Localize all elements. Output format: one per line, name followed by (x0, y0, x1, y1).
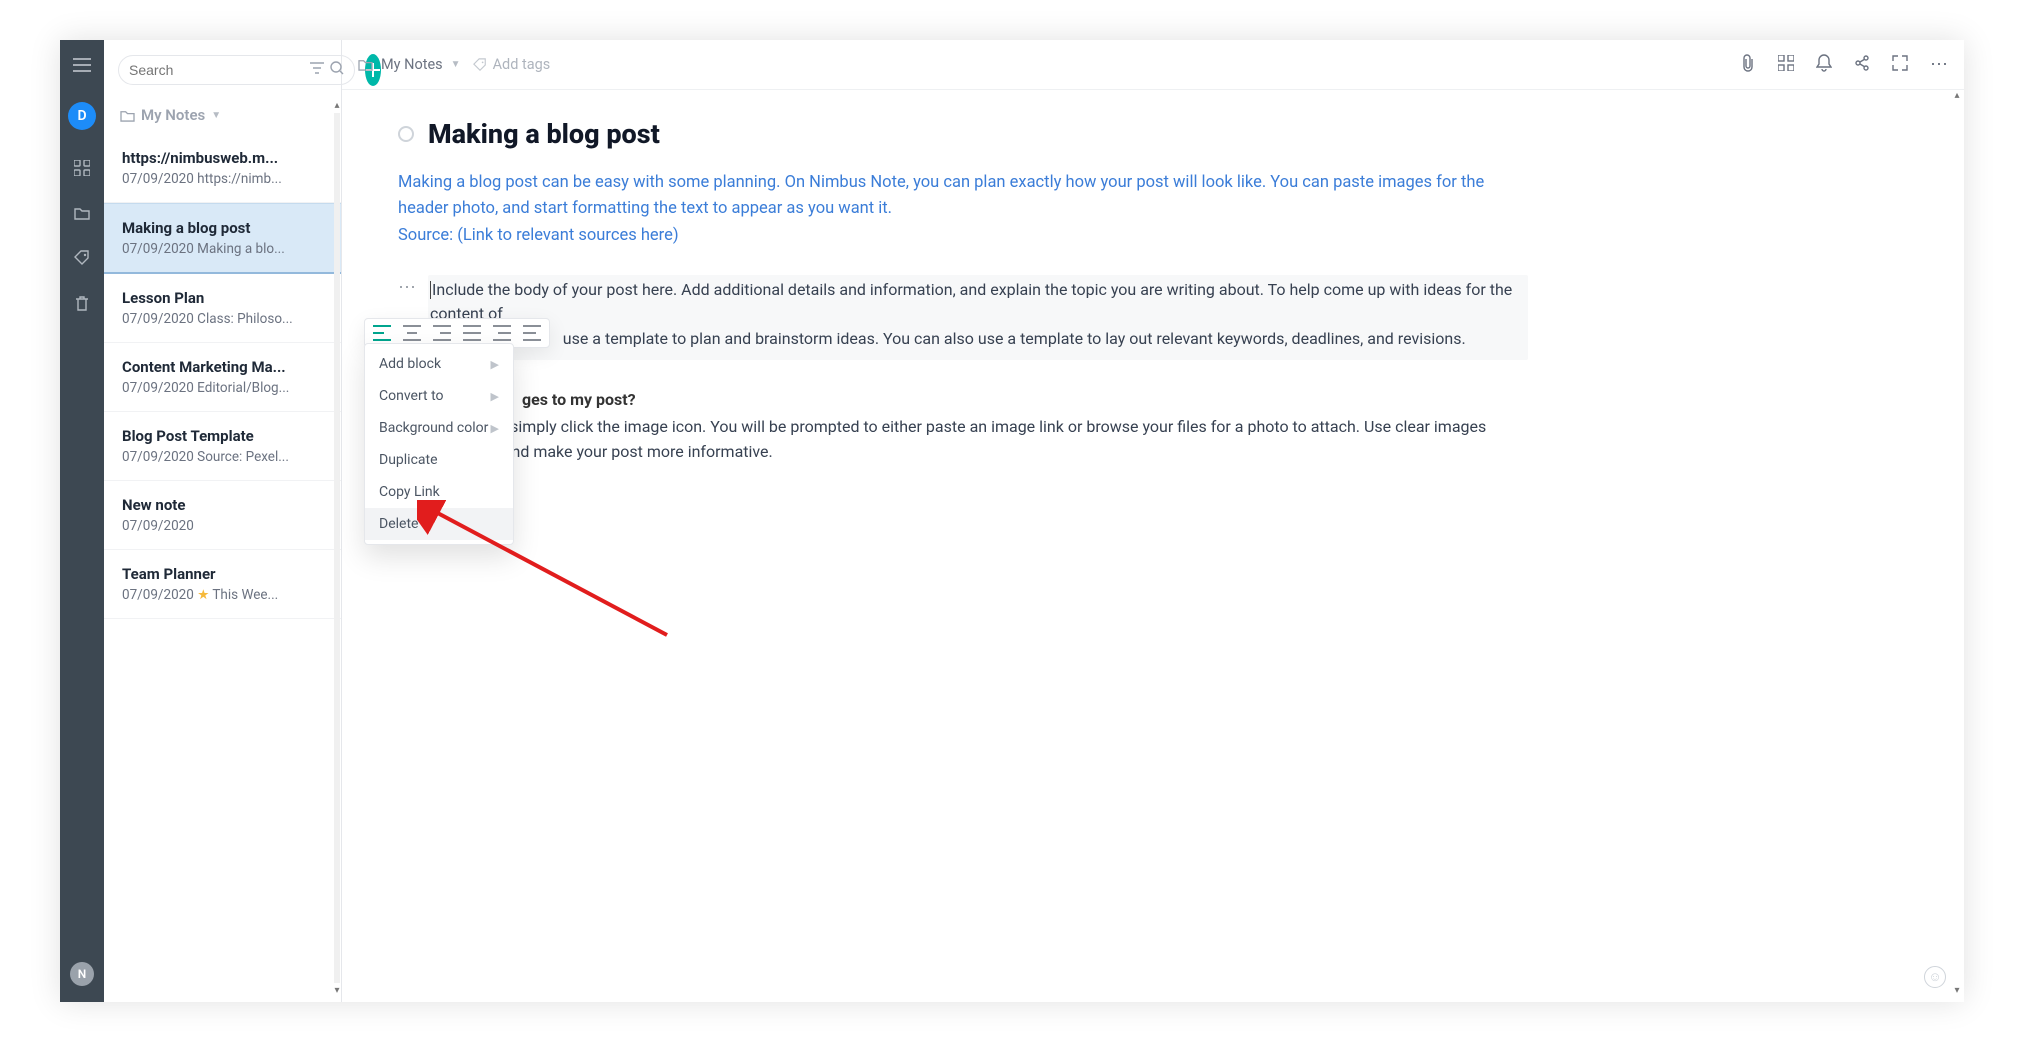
scroll-up-icon[interactable]: ▴ (1954, 90, 1959, 101)
folder-icon[interactable] (74, 206, 90, 220)
note-title: Blog Post Template (122, 427, 323, 445)
note-title: New note (122, 496, 323, 514)
expand-icon[interactable] (1892, 55, 1908, 75)
doc-title-row: Making a blog post (398, 118, 1908, 150)
breadcrumb[interactable]: My Notes ▼ (358, 56, 461, 73)
indent-button[interactable] (493, 325, 511, 341)
page-title[interactable]: Making a blog post (428, 118, 660, 150)
search-input[interactable] (129, 62, 310, 78)
note-title: Lesson Plan (122, 289, 323, 307)
content-scrollbar[interactable]: ▴ ▾ (1952, 90, 1962, 996)
note-subtitle: 07/09/2020 ★ This Wee... (122, 587, 323, 603)
menu-delete[interactable]: Delete (365, 508, 513, 540)
intro-text: Making a blog post can be easy with some… (398, 173, 1484, 218)
add-tags[interactable]: Add tags (473, 56, 551, 73)
more-icon[interactable]: ⋯ (1930, 54, 1948, 75)
outdent-button[interactable] (523, 325, 541, 341)
chevron-right-icon: ▶ (491, 358, 499, 371)
chevron-down-icon: ▼ (211, 110, 221, 121)
scroll-down-icon[interactable]: ▾ (334, 985, 339, 996)
body-paragraph[interactable]: Include the body of your post here. Add … (428, 275, 1528, 360)
note-title: Content Marketing Ma... (122, 358, 323, 376)
chevron-right-icon: ▶ (491, 422, 499, 435)
chevron-right-icon: ▶ (491, 390, 499, 403)
bell-icon[interactable] (1816, 54, 1832, 76)
menu-convert-to[interactable]: Convert to ▶ (365, 380, 513, 412)
content-area: My Notes ▼ Add tags (342, 40, 1964, 1002)
attachment-icon[interactable] (1740, 54, 1756, 76)
answer-paragraph[interactable]: To add images, simply click the image ic… (398, 415, 1498, 465)
note-title: https://nimbusweb.m... (122, 149, 323, 167)
menu-label: Duplicate (379, 452, 438, 468)
menu-duplicate[interactable]: Duplicate (365, 444, 513, 476)
sidebar: My Notes ▼ https://nimbusweb.m... 07/09/… (104, 40, 342, 1002)
tag-small-icon (473, 58, 487, 72)
folder-small-icon (358, 58, 373, 71)
search-box[interactable] (118, 55, 355, 85)
menu-label: Add block (379, 356, 441, 372)
align-right-button[interactable] (433, 325, 451, 341)
notes-list: https://nimbusweb.m... 07/09/2020 https:… (104, 134, 341, 1002)
note-subtitle: 07/09/2020 Editorial/Blog... (122, 380, 323, 396)
menu-copy-link[interactable]: Copy Link (365, 476, 513, 508)
note-subtitle: 07/09/2020 Source: Pexel... (122, 449, 323, 465)
menu-label: Copy Link (379, 484, 440, 500)
align-justify-button[interactable] (463, 325, 481, 341)
note-title: Team Planner (122, 565, 323, 583)
menu-label: Convert to (379, 388, 444, 404)
bottom-avatar-letter: N (78, 967, 87, 981)
grid-icon[interactable] (1778, 55, 1794, 75)
question-heading[interactable]: How do I add images to my post? (398, 390, 1908, 409)
filter-icon[interactable] (310, 62, 324, 78)
avatar-letter: D (77, 108, 86, 124)
document-body: Making a blog post Making a blog post ca… (342, 90, 1964, 1002)
align-center-button[interactable] (403, 325, 421, 341)
emoji-picker-icon[interactable]: ☺ (1924, 966, 1946, 988)
folder-label: My Notes (141, 106, 205, 124)
share-icon[interactable] (1854, 55, 1870, 75)
note-subtitle: 07/09/2020 https://nimb... (122, 171, 323, 187)
title-bullet-icon (398, 126, 414, 142)
note-subtitle: 07/09/2020 Making a blo... (122, 241, 323, 257)
bottom-avatar[interactable]: N (70, 962, 94, 986)
chevron-down-icon: ▼ (451, 59, 461, 70)
note-item[interactable]: Blog Post Template 07/09/2020 Source: Pe… (104, 412, 341, 481)
note-item[interactable]: New note 07/09/2020 (104, 481, 341, 550)
block-handle-icon[interactable]: ⋯ (398, 275, 418, 298)
hamburger-icon[interactable] (73, 58, 91, 72)
editor-topbar: My Notes ▼ Add tags (342, 40, 1964, 90)
body-block: ⋯ Include the body of your post here. Ad… (398, 275, 1908, 360)
align-left-button[interactable] (373, 325, 391, 341)
star-icon: ★ (197, 587, 209, 603)
top-actions: ⋯ (1740, 54, 1948, 76)
tag-icon[interactable] (74, 250, 90, 266)
note-subtitle: 07/09/2020 (122, 518, 323, 534)
folder-small-icon (120, 109, 135, 122)
note-subtitle: 07/09/2020 Class: Philoso... (122, 311, 323, 327)
menu-label: Delete (379, 516, 418, 532)
user-avatar[interactable]: D (68, 102, 96, 130)
menu-add-block[interactable]: Add block ▶ (365, 348, 513, 380)
trash-icon[interactable] (75, 296, 89, 312)
text-cursor (430, 281, 431, 299)
folder-breadcrumb[interactable]: My Notes ▼ (104, 96, 341, 134)
apps-icon[interactable] (74, 160, 90, 176)
note-item[interactable]: Making a blog post 07/09/2020 Making a b… (104, 203, 341, 274)
source-line: Source: (Link to relevant sources here) (398, 223, 1508, 249)
add-tags-label: Add tags (493, 56, 551, 73)
menu-background-color[interactable]: Background color ▶ (365, 412, 513, 444)
note-item[interactable]: Team Planner 07/09/2020 ★ This Wee... (104, 550, 341, 619)
scroll-up-icon[interactable]: ▴ (334, 100, 339, 111)
intro-paragraph[interactable]: Making a blog post can be easy with some… (398, 170, 1508, 249)
block-context-menu: Add block ▶ Convert to ▶ Background colo… (364, 343, 514, 545)
note-title: Making a blog post (122, 219, 323, 237)
menu-label: Background color (379, 420, 488, 436)
breadcrumb-label: My Notes (381, 56, 443, 73)
sidebar-scrollbar[interactable]: ▴ ▾ (333, 100, 341, 996)
note-item[interactable]: Lesson Plan 07/09/2020 Class: Philoso... (104, 274, 341, 343)
scroll-down-icon[interactable]: ▾ (1954, 985, 1959, 996)
left-rail: D N (60, 40, 104, 1002)
note-item[interactable]: https://nimbusweb.m... 07/09/2020 https:… (104, 134, 341, 203)
note-item[interactable]: Content Marketing Ma... 07/09/2020 Edito… (104, 343, 341, 412)
